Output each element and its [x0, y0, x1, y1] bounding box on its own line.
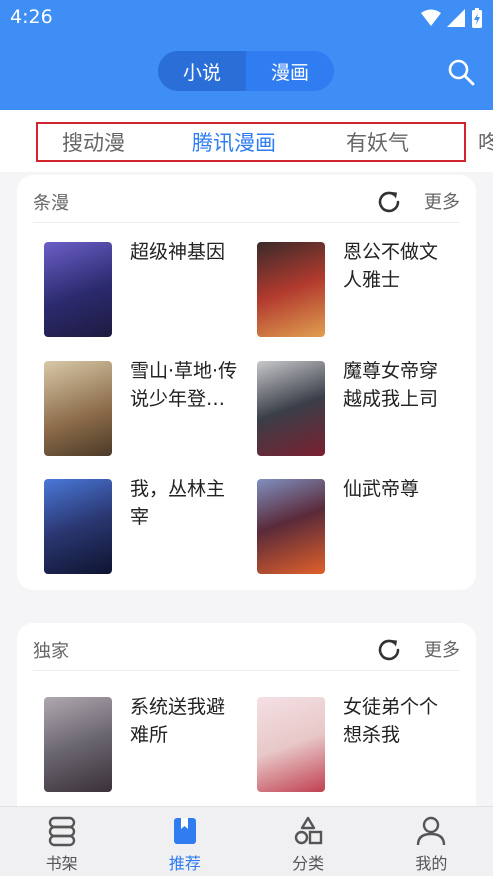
book-item[interactable]: 女徒弟个个想杀我 [247, 693, 462, 793]
book-item[interactable]: 魔尊女帝穿越成我上司 [247, 357, 462, 457]
tab-tencent-comic[interactable]: 腾讯漫画 [192, 127, 276, 157]
nav-recommend[interactable]: 推荐 [123, 807, 246, 876]
recommend-icon [173, 818, 196, 844]
section-title: 条漫 [33, 193, 69, 214]
book-title: 系统送我避难所 [130, 696, 226, 746]
book-title: 恩公不做文人雅士 [343, 241, 439, 291]
book-item[interactable]: 恩公不做文人雅士 [247, 238, 462, 338]
status-icons [421, 8, 483, 28]
content-type-switch: 小说 漫画 [158, 51, 334, 91]
book-item[interactable]: 雪山·草地·传说少年登… [34, 357, 249, 457]
more-link[interactable]: 更多 [424, 636, 460, 662]
bottom-nav: 书架 推荐 分类 我的 [0, 806, 493, 876]
more-link[interactable]: 更多 [424, 188, 460, 214]
nav-label: 分类 [292, 854, 325, 873]
book-cover [257, 361, 325, 456]
book-item[interactable]: 超级神基因 [34, 238, 249, 338]
status-time: 4:26 [10, 6, 53, 28]
nav-category[interactable]: 分类 [247, 807, 370, 876]
signal-icon [447, 9, 465, 27]
book-cover [44, 242, 112, 337]
book-cover [257, 242, 325, 337]
nav-bookshelf[interactable]: 书架 [0, 807, 123, 876]
wifi-icon [421, 9, 441, 26]
battery-icon [472, 8, 482, 28]
nav-profile[interactable]: 我的 [370, 807, 493, 876]
app-bar: 小说 漫画 [0, 36, 493, 110]
bookshelf-icon [48, 816, 75, 847]
nav-label: 我的 [415, 854, 448, 873]
book-title: 仙武帝尊 [343, 478, 420, 500]
status-bar: 4:26 [0, 0, 493, 36]
book-title: 魔尊女帝穿越成我上司 [343, 360, 439, 410]
nav-label: 推荐 [168, 854, 201, 873]
search-icon[interactable] [447, 58, 475, 86]
book-title: 我，丛林主宰 [130, 478, 226, 528]
segment-novel[interactable]: 小说 [158, 51, 246, 91]
book-cover [44, 697, 112, 792]
tab-youyaoqi[interactable]: 有妖气 [346, 127, 409, 157]
refresh-icon[interactable] [376, 189, 402, 215]
section-card: 条漫 更多 超级神基因 恩公不做文人雅士 雪山·草地·传说少年登… 魔尊女帝穿越… [17, 175, 476, 590]
book-item[interactable]: 我，丛林主宰 [34, 475, 249, 575]
segment-comic[interactable]: 漫画 [246, 51, 334, 91]
tab-soudongman[interactable]: 搜动漫 [62, 127, 125, 157]
book-title: 女徒弟个个想杀我 [343, 696, 439, 746]
section-title: 独家 [33, 641, 69, 662]
section-header: 条漫 更多 [33, 175, 460, 223]
book-item[interactable]: 系统送我避难所 [34, 693, 249, 793]
nav-label: 书架 [45, 854, 78, 873]
refresh-icon[interactable] [376, 637, 402, 663]
book-cover [44, 361, 112, 456]
book-cover [257, 697, 325, 792]
book-item[interactable]: 仙武帝尊 [247, 475, 462, 575]
section-header: 独家 更多 [33, 623, 460, 671]
source-tabs: 搜动漫 腾讯漫画 有妖气 咚 [0, 110, 493, 172]
tab-dong[interactable]: 咚 [478, 127, 493, 157]
category-icon [294, 816, 323, 845]
book-title: 超级神基因 [130, 241, 226, 263]
book-cover [257, 479, 325, 574]
book-cover [44, 479, 112, 574]
book-title: 雪山·草地·传说少年登… [130, 360, 238, 410]
section-card: 独家 更多 系统送我避难所 女徒弟个个想杀我 [17, 623, 476, 823]
profile-icon [417, 816, 446, 846]
